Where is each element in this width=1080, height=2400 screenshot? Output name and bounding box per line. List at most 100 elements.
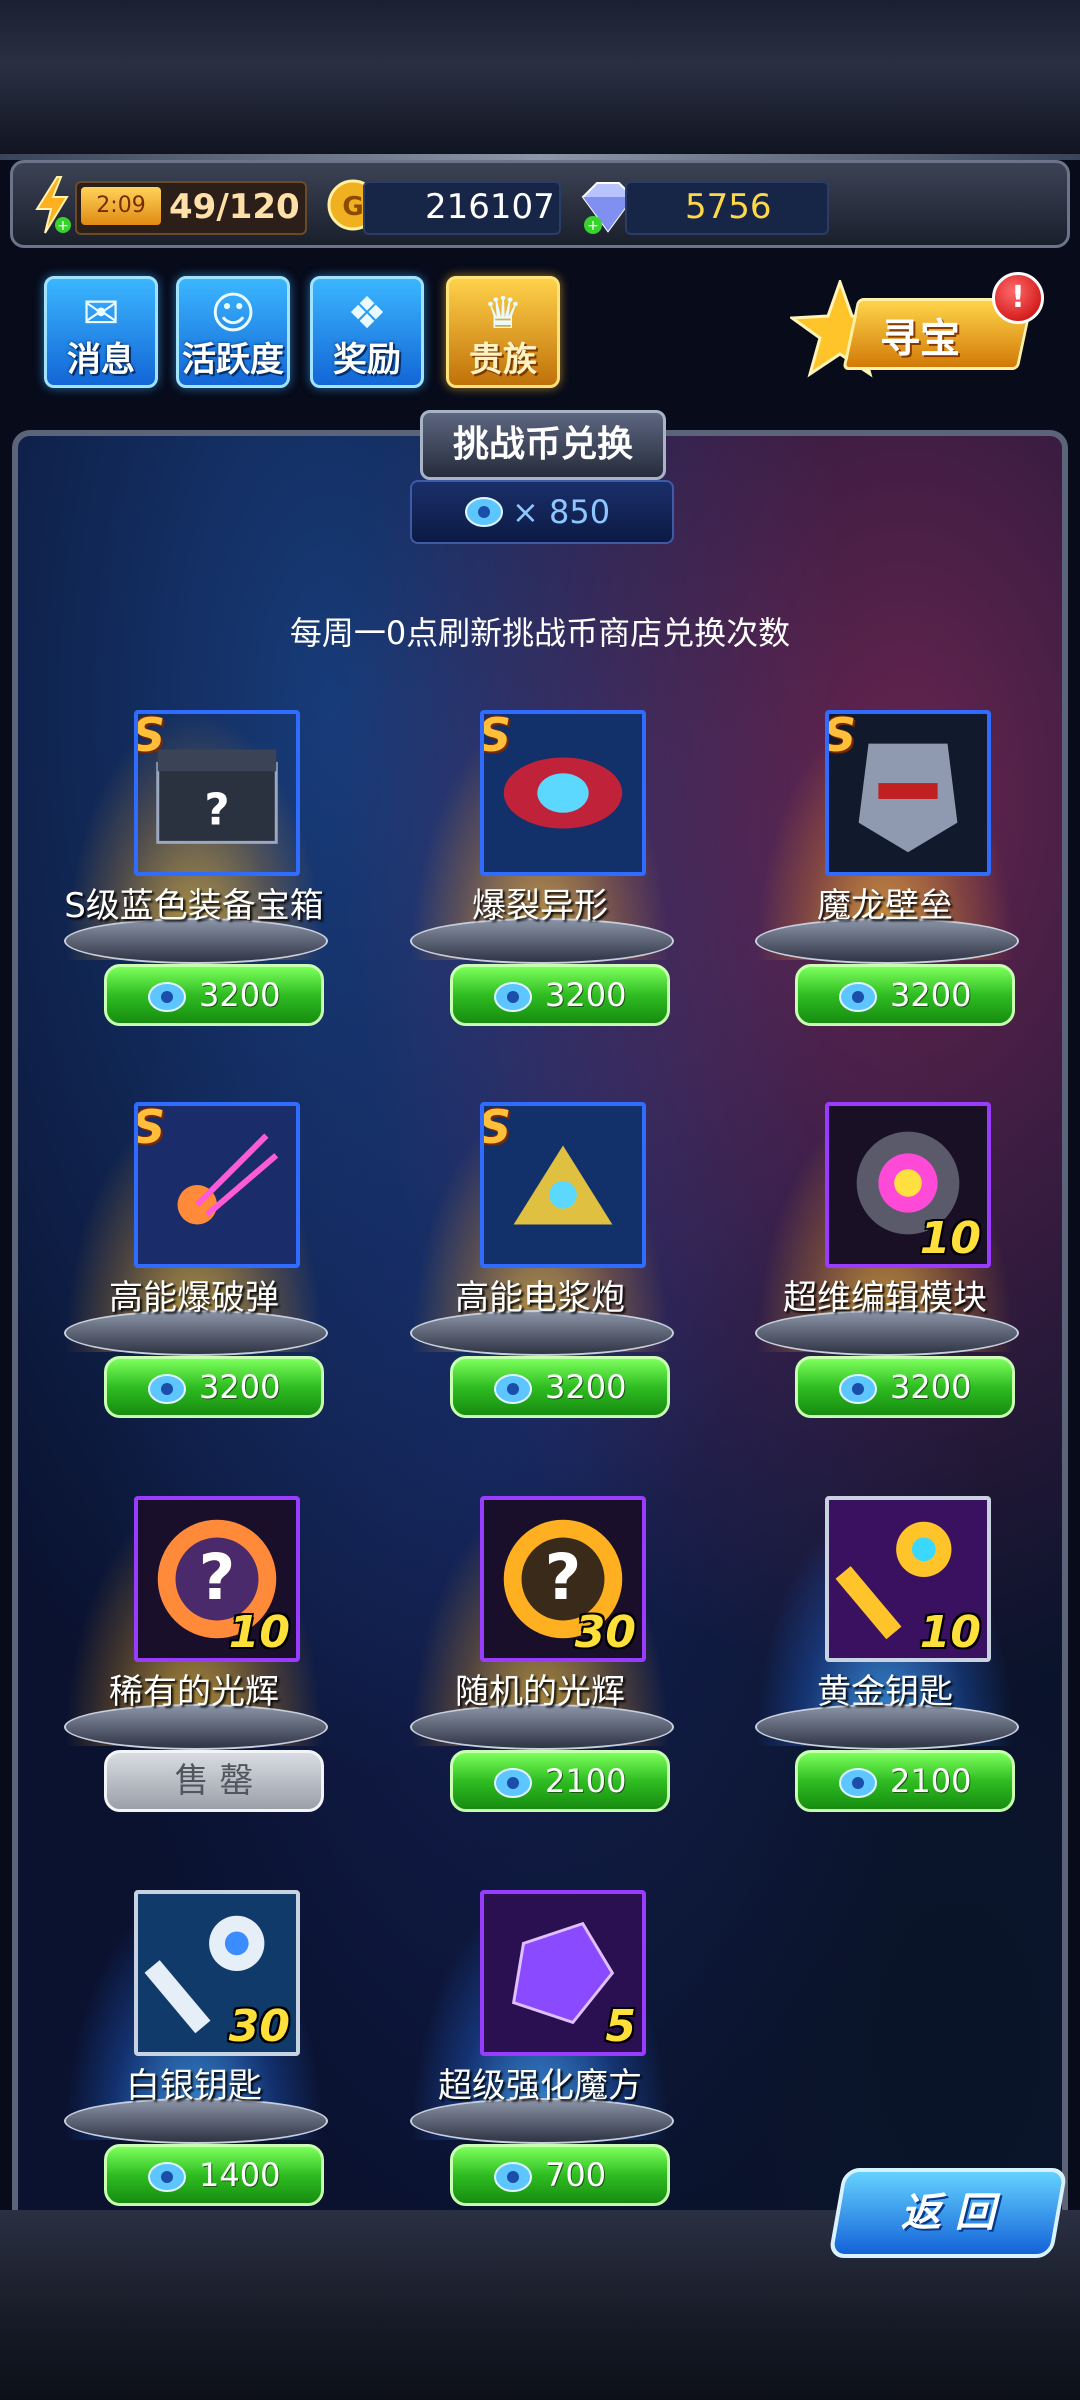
item-icon[interactable]: 30: [134, 1890, 300, 2056]
back-button[interactable]: 返 回: [828, 2168, 1068, 2258]
item-quantity: 10: [919, 1213, 981, 1264]
item-quantity: 10: [919, 1607, 981, 1658]
gem-value: 5756: [685, 187, 772, 227]
grade-badge: S: [480, 710, 512, 762]
item-price: 3200: [545, 1368, 627, 1406]
item-name: S级蓝色装备宝箱: [64, 886, 324, 926]
svg-text:G: G: [342, 192, 363, 222]
item-name: 高能电浆炮: [455, 1278, 625, 1318]
item-quantity: 30: [228, 2001, 290, 2052]
challenge-coin-icon: [494, 1768, 532, 1798]
activity-label: 活跃度: [182, 340, 284, 380]
shop-item-card[interactable]: ? 30 随机的光辉 2100: [390, 1486, 690, 1816]
resource-bar: + 2:09 49/120 G + 216107 + 5756: [10, 160, 1070, 248]
buy-button[interactable]: 3200: [450, 964, 670, 1026]
buy-button[interactable]: 3200: [104, 1356, 324, 1418]
shop-item-card[interactable]: S 魔龙壁垒 3200: [735, 700, 1035, 1030]
item-icon[interactable]: S: [480, 710, 646, 876]
shop-item-card[interactable]: ? 10 稀有的光辉售 罄: [44, 1486, 344, 1816]
item-price: 3200: [890, 1368, 972, 1406]
treasure-hunt-button[interactable]: 寻宝 !: [790, 272, 1044, 380]
item-icon[interactable]: ? S: [134, 710, 300, 876]
notification-badge: !: [992, 272, 1044, 324]
shop-item-card[interactable]: 30 白银钥匙 1400: [44, 1880, 344, 2210]
item-quantity: 30: [574, 1607, 636, 1658]
svg-text:?: ?: [545, 1540, 582, 1614]
grade-badge: S: [825, 710, 857, 762]
top-frame: [0, 0, 1080, 160]
shop-item-card[interactable]: 10 超维编辑模块 3200: [735, 1092, 1035, 1422]
item-name: 魔龙壁垒: [817, 886, 953, 926]
shop-item-card[interactable]: S 高能电浆炮 3200: [390, 1092, 690, 1422]
item-price: 3200: [890, 976, 972, 1014]
challenge-coin-icon: [465, 497, 503, 527]
item-quantity: 10: [228, 1607, 290, 1658]
shop-item-card[interactable]: S 爆裂异形 3200: [390, 700, 690, 1030]
messages-label: 消息: [67, 340, 135, 380]
shop-item-card[interactable]: ? S S级蓝色装备宝箱 3200: [44, 700, 344, 1030]
item-name: 随机的光辉: [455, 1672, 625, 1712]
buy-button[interactable]: 2100: [795, 1750, 1015, 1812]
challenge-coin-icon: [148, 1374, 186, 1404]
item-icon[interactable]: 10: [825, 1102, 991, 1268]
shop-item-card[interactable]: 5 超级强化魔方 700: [390, 1880, 690, 2210]
item-icon[interactable]: S: [480, 1102, 646, 1268]
shop-item-card[interactable]: 10 黄金钥匙 2100: [735, 1486, 1035, 1816]
buy-button[interactable]: 3200: [450, 1356, 670, 1418]
challenge-coin-balance: × 850: [410, 480, 674, 544]
gem-counter: 5756: [625, 181, 829, 235]
item-name: 稀有的光辉: [109, 1672, 279, 1712]
challenge-coin-icon: [839, 982, 877, 1012]
svg-text:?: ?: [199, 1540, 236, 1614]
challenge-coin-icon: [148, 982, 186, 1012]
rewards-button[interactable]: ❖ 奖励: [310, 276, 424, 388]
item-quantity: 5: [605, 2001, 636, 2052]
challenge-coin-icon: [839, 1374, 877, 1404]
grade-badge: S: [480, 1102, 512, 1154]
energy-value: 49/120: [169, 187, 300, 227]
svg-text:+: +: [57, 218, 69, 234]
item-price: 700: [545, 2156, 607, 2194]
refresh-notice: 每周一0点刷新挑战币商店兑换次数: [289, 614, 791, 652]
item-icon[interactable]: ? 30: [480, 1496, 646, 1662]
item-icon[interactable]: S: [825, 710, 991, 876]
svg-text:+: +: [587, 218, 599, 234]
messages-button[interactable]: ✉ 消息: [44, 276, 158, 388]
buy-button[interactable]: 1400: [104, 2144, 324, 2206]
back-label: 返 回: [901, 2190, 995, 2236]
panel-title: 挑战币兑换: [452, 424, 633, 465]
challenge-coin-icon: [494, 1374, 532, 1404]
item-name: 黄金钥匙: [817, 1672, 953, 1712]
sold-out-label: 售 罄: [174, 1761, 254, 1801]
item-icon[interactable]: S: [134, 1102, 300, 1268]
grade-badge: S: [134, 710, 166, 762]
sold-out-button: 售 罄: [104, 1750, 324, 1812]
buy-button[interactable]: 3200: [795, 964, 1015, 1026]
buy-button[interactable]: 3200: [104, 964, 324, 1026]
item-price: 1400: [199, 2156, 281, 2194]
energy-counter: 2:09 49/120: [75, 181, 307, 235]
challenge-coin-icon: [494, 982, 532, 1012]
svg-text:?: ?: [204, 786, 229, 836]
buy-button[interactable]: 2100: [450, 1750, 670, 1812]
item-price: 3200: [199, 976, 281, 1014]
item-price: 2100: [890, 1762, 972, 1800]
challenge-coin-icon: [494, 2162, 532, 2192]
item-icon[interactable]: 5: [480, 1890, 646, 2056]
buy-button[interactable]: 700: [450, 2144, 670, 2206]
activity-button[interactable]: ☺ 活跃度: [176, 276, 290, 388]
energy-bolt-icon[interactable]: +: [33, 175, 71, 235]
shop-item-card[interactable]: S 高能爆破弹 3200: [44, 1092, 344, 1422]
item-icon[interactable]: 10: [825, 1496, 991, 1662]
challenge-coin-icon: [839, 1768, 877, 1798]
challenge-coin-icon: [148, 2162, 186, 2192]
vip-label: 贵族: [469, 340, 537, 380]
item-price: 3200: [199, 1368, 281, 1406]
gold-value: 216107: [425, 187, 555, 227]
buy-button[interactable]: 3200: [795, 1356, 1015, 1418]
panel-title-plate: 挑战币兑换: [420, 410, 666, 480]
vip-button[interactable]: ♛ 贵族: [446, 276, 560, 388]
item-name: 爆裂异形: [472, 886, 608, 926]
item-price: 3200: [545, 976, 627, 1014]
item-icon[interactable]: ? 10: [134, 1496, 300, 1662]
